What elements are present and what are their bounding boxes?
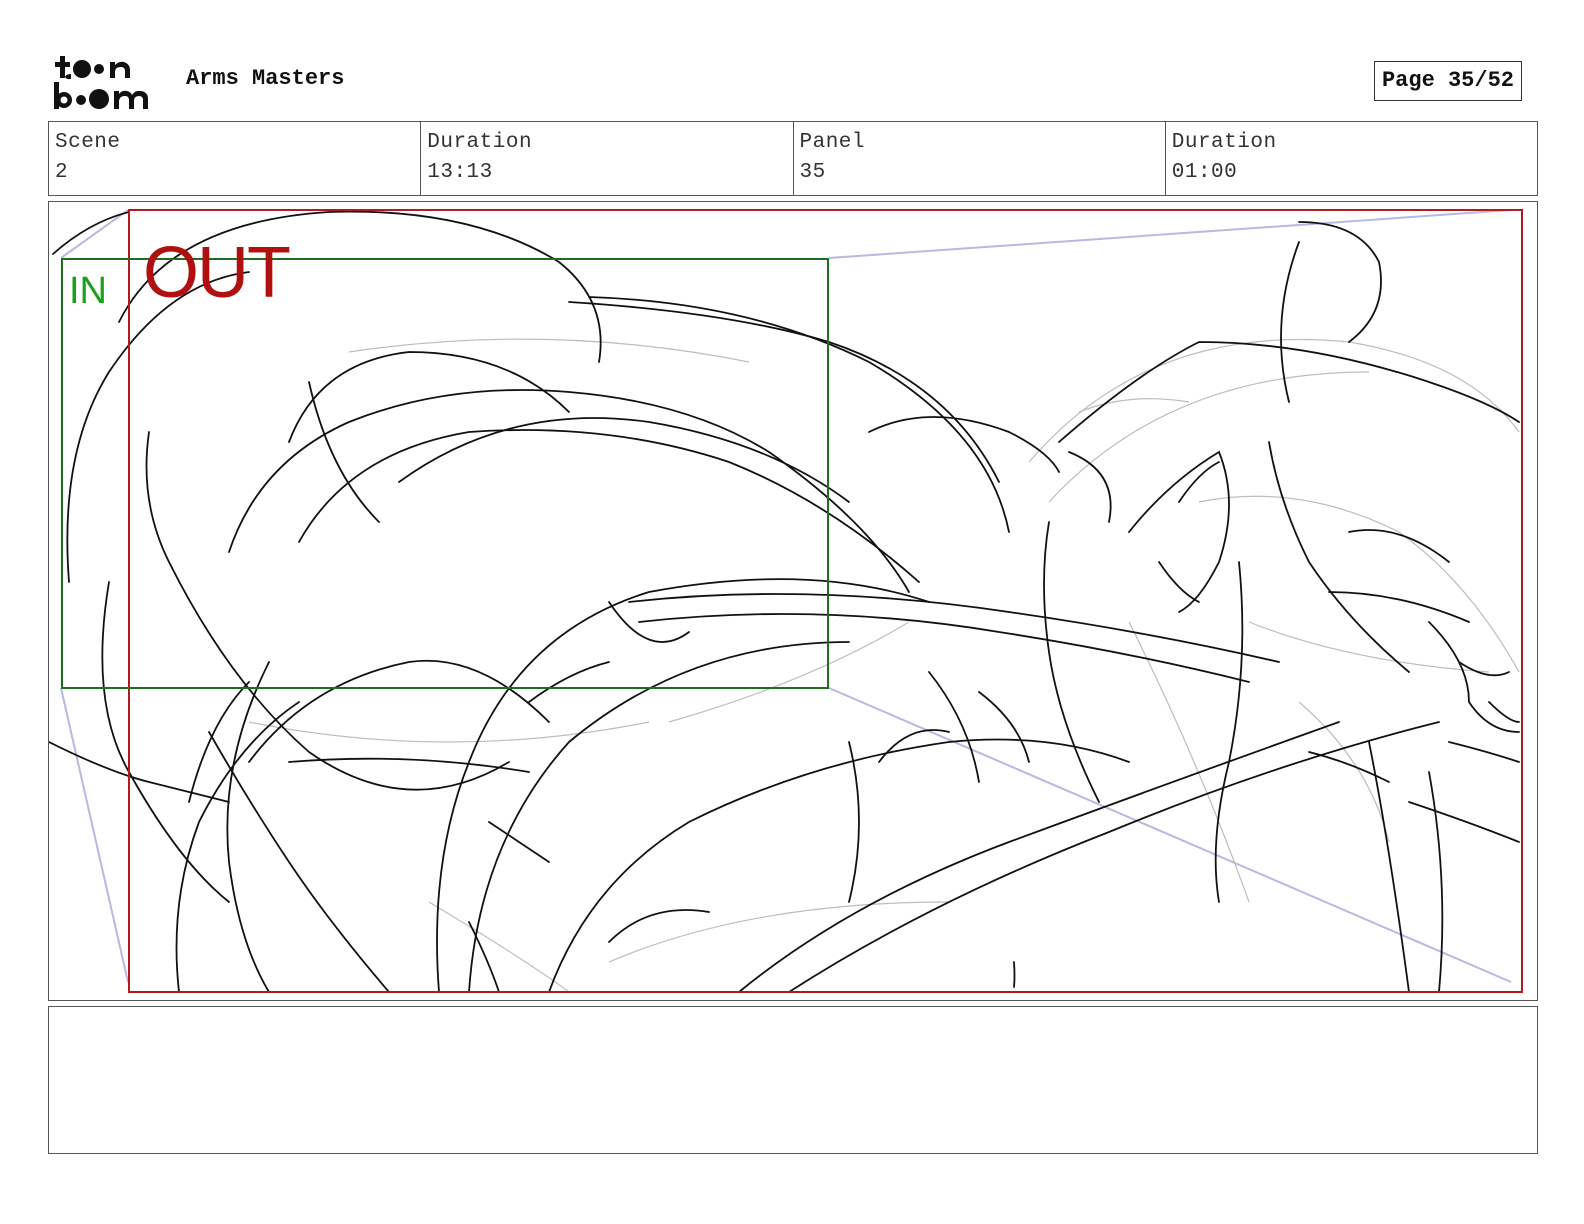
panel-notes-box xyxy=(48,1006,1538,1154)
scene-label: Scene xyxy=(55,131,121,154)
panel-value: 35 xyxy=(799,161,826,184)
out-frame-label: OUT xyxy=(143,233,291,313)
scene-duration-label: Duration xyxy=(427,131,533,154)
scene-duration-value: 13:13 xyxy=(427,161,493,184)
scene-cell: Scene 2 xyxy=(49,122,422,195)
project-title: Arms Masters xyxy=(186,66,345,91)
panel-duration-value: 01:00 xyxy=(1171,161,1238,184)
toon-boom-logo xyxy=(52,52,164,112)
scene-value: 2 xyxy=(55,161,69,184)
toon-boom-logo-icon xyxy=(54,56,148,109)
panel-duration-label: Duration xyxy=(1171,131,1277,154)
storyboard-panel: IN OUT xyxy=(48,201,1538,1001)
info-row: Scene 2 Duration 13:13 Panel 35 Duration… xyxy=(48,121,1538,196)
in-frame-label: IN xyxy=(69,270,107,312)
panel-label: Panel xyxy=(799,131,866,154)
panel-duration-cell: Duration 01:00 xyxy=(1166,122,1537,195)
in-camera-frame xyxy=(61,258,829,689)
page-indicator: Page 35/52 xyxy=(1373,61,1522,101)
panel-cell: Panel 35 xyxy=(794,122,1166,195)
scene-duration-cell: Duration 13:13 xyxy=(421,122,794,195)
